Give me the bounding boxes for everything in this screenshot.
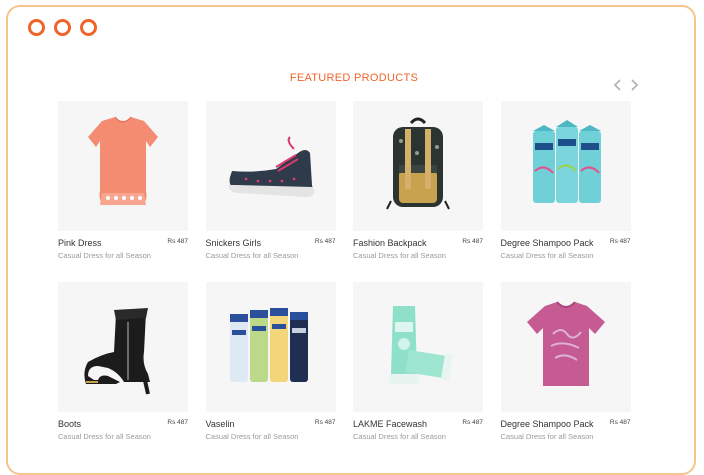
product-price: Rs 487 [167,238,188,245]
lotion-bottles-icon [229,308,308,382]
window-dot-icon[interactable] [54,19,71,36]
product-price: Rs 487 [609,419,631,426]
product-image[interactable] [353,282,483,412]
product-price: Rs 487 [314,419,336,426]
sneaker-icon [227,136,314,197]
window-dot-icon[interactable] [28,19,45,36]
product-name[interactable]: Vaselin [206,419,235,429]
product-card[interactable]: Vaselin Rs 487 Casual Dress for all Seas… [205,282,336,463]
facewash-tubes-icon [389,306,453,384]
product-subtitle: Casual Dress for all Season [353,432,446,441]
window-controls [28,19,97,36]
product-image[interactable] [500,101,631,231]
product-image[interactable] [353,101,483,231]
pink-tshirt-icon [526,301,605,386]
product-card[interactable]: Fashion Backpack Rs 487 Casual Dress for… [353,101,483,282]
product-subtitle: Casual Dress for all Season [500,251,594,260]
product-subtitle: Casual Dress for all Season [205,251,299,260]
backpack-icon [386,117,450,210]
product-card[interactable]: Degree Shampoo Pack Rs 487 Casual Dress … [500,101,631,282]
product-card[interactable]: Degree Shampoo Pack Rs 487 Casual Dress … [500,282,631,463]
window-dot-icon[interactable] [80,19,97,36]
product-subtitle: Casual Dress for all Season [205,432,299,441]
deodorant-pack-icon [532,120,601,203]
chevron-left-icon[interactable] [612,77,624,93]
product-name[interactable]: Degree Shampoo Pack [501,419,594,429]
product-card[interactable]: Snickers Girls Rs 487 Casual Dress for a… [205,101,336,282]
product-name[interactable]: Fashion Backpack [353,238,427,248]
chevron-right-icon[interactable] [628,77,640,93]
product-card[interactable]: Pink Dress Rs 487 Casual Dress for all S… [58,101,188,282]
product-name[interactable]: Boots [58,419,81,429]
product-subtitle: Casual Dress for all Season [353,251,446,260]
product-name[interactable]: Pink Dress [58,238,102,248]
product-price: Rs 487 [462,419,483,426]
product-image[interactable] [58,282,188,412]
section-title: FEATURED PRODUCTS [289,72,419,84]
product-name[interactable]: LAKME Facewash [353,419,427,429]
carousel-nav [612,77,640,93]
product-subtitle: Casual Dress for all Season [58,432,151,441]
product-subtitle: Casual Dress for all Season [58,251,151,260]
product-image[interactable] [205,101,336,231]
product-card[interactable]: LAKME Facewash Rs 487 Casual Dress for a… [353,282,483,463]
ankle-boot-icon [84,308,150,395]
product-price: Rs 487 [609,238,631,245]
product-name[interactable]: Degree Shampoo Pack [501,238,594,248]
product-image[interactable] [58,101,188,231]
product-subtitle: Casual Dress for all Season [500,432,594,441]
product-price: Rs 487 [462,238,483,245]
product-card[interactable]: Boots Rs 487 Casual Dress for all Season [58,282,188,463]
product-price: Rs 487 [167,419,188,426]
product-image[interactable] [205,282,336,412]
product-name[interactable]: Snickers Girls [206,238,262,248]
product-price: Rs 487 [314,238,336,245]
product-image[interactable] [500,282,631,412]
top-shirt-icon [88,116,158,205]
product-grid: Pink Dress Rs 487 Casual Dress for all S… [58,101,631,463]
